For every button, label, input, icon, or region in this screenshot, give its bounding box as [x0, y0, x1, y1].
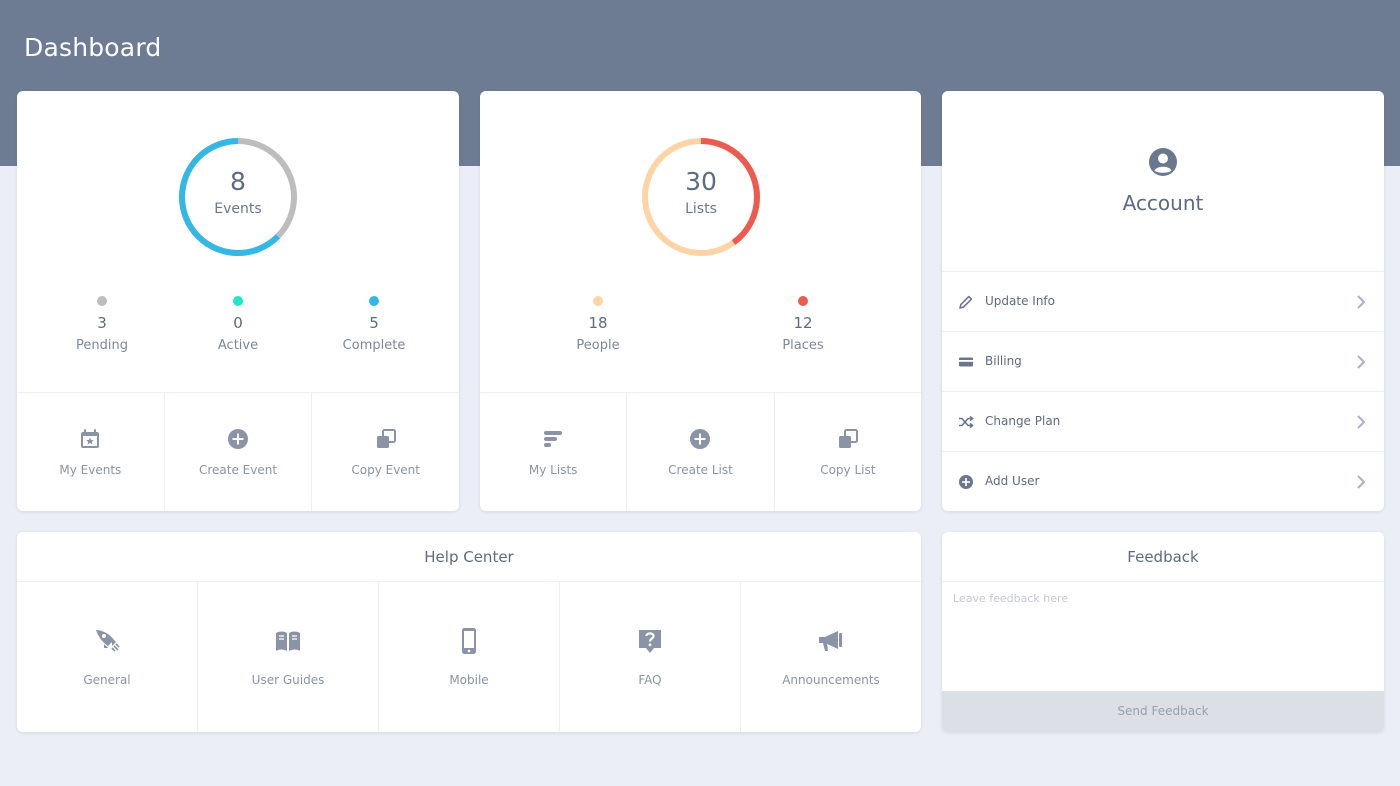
my-events-button[interactable]: My Events — [17, 393, 165, 511]
stat-label: Pending — [76, 338, 128, 353]
pending-dot — [97, 296, 107, 306]
action-label: My Lists — [528, 463, 578, 477]
stat-label: Active — [217, 338, 259, 353]
action-label: My Events — [59, 463, 122, 477]
help-item-label: General — [83, 673, 131, 687]
action-label: Create List — [668, 463, 733, 477]
help-faq-item[interactable]: FAQ — [560, 582, 741, 732]
copy-event-button[interactable]: Copy Event — [312, 393, 459, 511]
feedback-textarea[interactable] — [942, 583, 1384, 691]
account-item-label: Add User — [985, 474, 1040, 488]
help-item-label: User Guides — [251, 673, 325, 687]
shuffle-icon — [959, 415, 974, 429]
people-dot — [593, 296, 603, 306]
action-label: Copy Event — [351, 463, 420, 477]
events-total: 8 — [230, 167, 246, 196]
chevron-right-icon — [1357, 415, 1366, 429]
my-lists-button[interactable]: My Lists — [480, 393, 628, 511]
help-item-label: Announcements — [782, 673, 880, 687]
question-icon — [639, 630, 661, 653]
action-label: Copy List — [820, 463, 876, 477]
billing-item[interactable]: Billing — [942, 332, 1384, 392]
mobile-icon — [462, 628, 476, 654]
pencil-icon — [959, 295, 973, 309]
stat-value: 5 — [369, 314, 379, 332]
credit-card-icon — [959, 357, 973, 367]
events-card: 8 Events 3 Pending 0 Active 5 Complete M… — [17, 91, 459, 511]
copy-list-button[interactable]: Copy List — [775, 393, 921, 511]
events-actions: My Events Create Event Copy Event — [17, 392, 459, 511]
help-announcements-item[interactable]: Announcements — [741, 582, 921, 732]
send-feedback-button[interactable]: Send Feedback — [942, 691, 1384, 732]
stat-value: 18 — [588, 314, 608, 332]
book-icon — [276, 631, 300, 651]
help-item-label: FAQ — [638, 673, 662, 687]
help-general-item[interactable]: General — [17, 582, 198, 732]
help-item-label: Mobile — [449, 673, 489, 687]
calendar-star-icon — [81, 429, 100, 448]
lists-actions: My Lists Create List Copy List — [480, 392, 921, 511]
account-item-label: Billing — [985, 354, 1022, 368]
stat-active: 0 Active — [178, 296, 298, 353]
stat-label: People — [576, 338, 620, 353]
stat-label: Complete — [342, 338, 406, 353]
copy-icon — [376, 429, 396, 448]
chevron-right-icon — [1357, 475, 1366, 489]
lists-card: 30 Lists 18 People 12 Places My Lists Cr… — [480, 91, 921, 511]
page-title: Dashboard — [24, 33, 162, 62]
user-circle-icon — [1149, 148, 1177, 176]
copy-icon — [838, 429, 858, 448]
complete-dot — [369, 296, 379, 306]
stat-value: 12 — [793, 314, 813, 332]
help-center-items: General User Guides Mobile FAQ Announcem… — [17, 582, 921, 732]
active-dot — [233, 296, 243, 306]
add-user-item[interactable]: Add User — [942, 452, 1384, 511]
places-dot — [798, 296, 808, 306]
help-center-title: Help Center — [17, 532, 921, 582]
events-total-label: Events — [214, 201, 262, 217]
create-list-button[interactable]: Create List — [627, 393, 775, 511]
help-mobile-item[interactable]: Mobile — [379, 582, 560, 732]
account-item-label: Change Plan — [985, 414, 1061, 428]
account-card: Account Update Info Billing Change Plan — [942, 91, 1384, 511]
feedback-card: Feedback Send Feedback — [942, 532, 1384, 732]
stat-pending: 3 Pending — [42, 296, 162, 353]
plus-circle-icon — [690, 429, 711, 449]
stat-people: 18 People — [538, 296, 658, 353]
plus-circle-icon — [228, 429, 248, 449]
lists-donut: 30 Lists — [639, 135, 763, 259]
update-info-item[interactable]: Update Info — [942, 272, 1384, 332]
stat-label: Places — [782, 338, 824, 353]
help-center-card: Help Center General User Guides Mobile F… — [17, 532, 921, 732]
stat-places: 12 Places — [743, 296, 863, 353]
megaphone-icon — [819, 631, 842, 651]
create-event-button[interactable]: Create Event — [165, 393, 313, 511]
stat-value: 3 — [97, 314, 107, 332]
chevron-right-icon — [1357, 355, 1366, 369]
lists-total-label: Lists — [685, 201, 717, 217]
rocket-icon — [96, 630, 120, 652]
account-header: Account — [942, 91, 1384, 272]
events-donut: 8 Events — [176, 135, 300, 259]
chevron-right-icon — [1357, 295, 1366, 309]
account-title: Account — [1122, 191, 1204, 215]
account-item-label: Update Info — [985, 294, 1055, 308]
change-plan-item[interactable]: Change Plan — [942, 392, 1384, 452]
list-icon — [544, 431, 563, 447]
plus-circle-icon — [959, 475, 973, 489]
feedback-title: Feedback — [942, 532, 1384, 582]
stat-value: 0 — [233, 314, 243, 332]
lists-total: 30 — [685, 167, 717, 196]
action-label: Create Event — [198, 463, 278, 477]
help-user-guides-item[interactable]: User Guides — [198, 582, 379, 732]
stat-complete: 5 Complete — [314, 296, 434, 353]
